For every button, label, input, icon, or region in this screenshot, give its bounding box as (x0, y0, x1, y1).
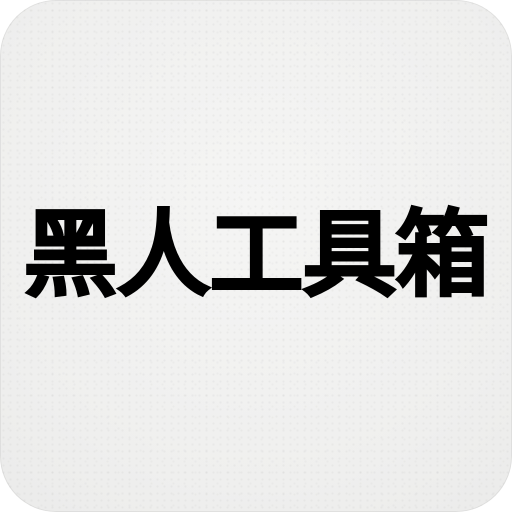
app-icon-title: 黑人工具箱 (22, 200, 490, 311)
app-icon[interactable]: 黑人工具箱 (0, 0, 512, 512)
